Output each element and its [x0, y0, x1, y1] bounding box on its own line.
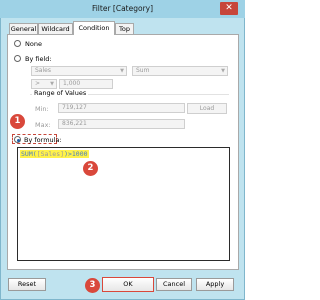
- step-marker-2: 2: [83, 161, 98, 176]
- none-label: None: [25, 40, 42, 48]
- formula-text: SUM([Sales])>1000: [20, 150, 89, 158]
- chevron-down-icon: ▼: [221, 68, 225, 74]
- range-title: Range of Values: [32, 89, 89, 97]
- apply-button[interactable]: Apply: [196, 278, 234, 291]
- none-radio[interactable]: [14, 40, 21, 47]
- formula-rest: )>1000: [64, 150, 88, 158]
- window-title: Filter [Category]: [91, 4, 154, 13]
- operator-select[interactable]: > ▼: [31, 79, 57, 89]
- aggregation-select[interactable]: Sum ▼: [132, 66, 228, 76]
- close-icon[interactable]: ✕: [220, 2, 238, 15]
- aggregation-select-value: Sum: [136, 67, 150, 74]
- min-label: Min:: [35, 105, 49, 113]
- reset-button[interactable]: Reset: [8, 278, 46, 291]
- by-field-label: By field:: [25, 55, 52, 63]
- formula-func: SUM(: [21, 150, 37, 158]
- chevron-down-icon: ▼: [120, 68, 124, 74]
- by-formula-label: By formula:: [24, 136, 62, 144]
- tab-top[interactable]: Top: [115, 23, 134, 34]
- tab-general[interactable]: General: [9, 23, 38, 34]
- field-select-value: Sales: [35, 67, 51, 74]
- field-select[interactable]: Sales ▼: [31, 66, 127, 76]
- cancel-button[interactable]: Cancel: [156, 278, 192, 291]
- tab-condition[interactable]: Condition: [73, 21, 115, 35]
- ok-button[interactable]: OK: [102, 277, 154, 292]
- formula-field: [Sales]: [36, 150, 65, 158]
- tab-wildcard[interactable]: Wildcard: [38, 23, 73, 34]
- by-field-radio[interactable]: [14, 55, 21, 62]
- max-label: Max:: [35, 121, 51, 129]
- chevron-down-icon: ▼: [50, 81, 54, 87]
- step-marker-3: 3: [85, 278, 100, 293]
- min-value: 719,127: [58, 103, 185, 113]
- formula-editor[interactable]: SUM([Sales])>1000: [17, 147, 230, 261]
- by-formula-radio[interactable]: [14, 136, 21, 143]
- value-input[interactable]: 1,000: [59, 79, 113, 89]
- load-button[interactable]: Load: [187, 103, 227, 114]
- max-value: 836,221: [58, 119, 185, 129]
- step-marker-1: 1: [10, 114, 25, 129]
- operator-select-value: >: [35, 80, 41, 87]
